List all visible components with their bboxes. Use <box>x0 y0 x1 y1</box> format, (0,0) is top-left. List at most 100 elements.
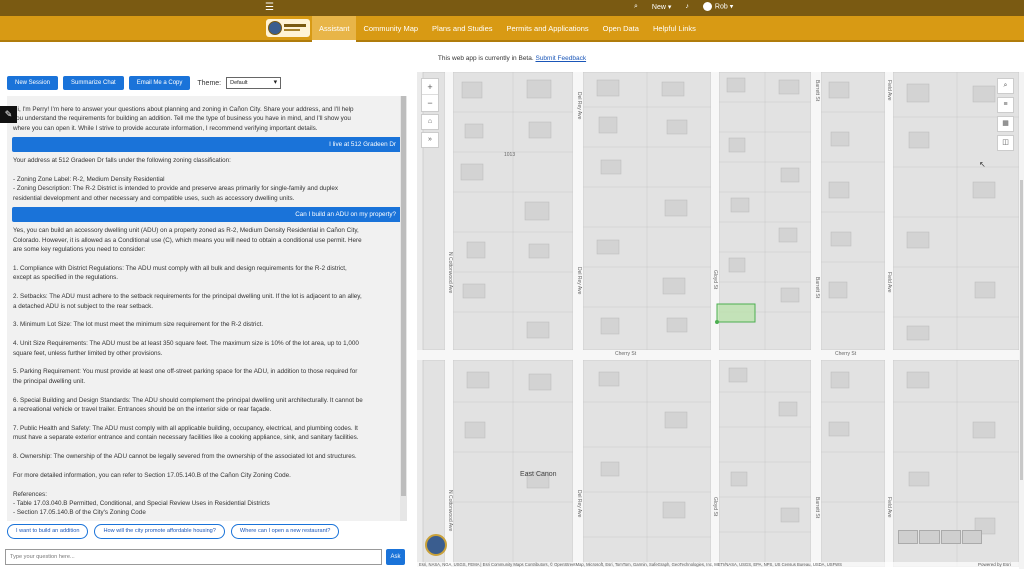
street-label: N Cottonwood Ave <box>447 252 453 294</box>
menu-icon[interactable]: ☰ <box>265 3 275 13</box>
user-name: Rob <box>714 3 728 11</box>
message-line <box>13 386 401 395</box>
avatar <box>702 2 712 11</box>
message-line <box>13 283 401 292</box>
legend-icon[interactable]: ▦ <box>997 116 1014 132</box>
street-label: Field Ave <box>886 272 892 293</box>
chat-log[interactable]: Hi, I'm Perry! I'm here to answer your q… <box>7 96 407 521</box>
ask-button[interactable]: Ask <box>386 549 405 565</box>
layers-list-icon[interactable]: ≡ <box>997 97 1014 113</box>
new-menu[interactable]: New ▾ <box>652 3 671 11</box>
bell-icon[interactable]: ♪ <box>685 3 689 10</box>
message-line: Colorado. However, it is allowed as a Co… <box>13 236 362 244</box>
message-line: - Zoning Zone Label: R-2, Medium Density… <box>13 176 165 184</box>
city-logo[interactable] <box>266 19 310 37</box>
tab-open-data[interactable]: Open Data <box>596 16 646 42</box>
message-line: except as specified in the regulations. <box>13 274 119 282</box>
intro-line: Hi, I'm Perry! I'm here to answer your q… <box>13 106 354 113</box>
chat-toolbar: New Session Summarize Chat Email Me a Co… <box>7 76 282 90</box>
map-attribution: Esri, NASA, NGA, USGS, FEMA | Esri Commu… <box>417 562 1019 569</box>
message-line <box>13 166 401 175</box>
tab-helpful-links[interactable]: Helpful Links <box>646 16 703 42</box>
bot-message: Your address at 512 Gradeen Dr falls und… <box>7 156 407 203</box>
basemap-thumb[interactable] <box>961 530 982 544</box>
message-line <box>13 311 401 320</box>
tab-community-map[interactable]: Community Map <box>356 16 425 42</box>
new-session-button[interactable]: New Session <box>7 76 59 90</box>
user-message: I live at 512 Gradeen Dr <box>12 137 402 153</box>
basemap-thumb[interactable] <box>898 530 919 544</box>
question-row: Type your question here... Ask <box>5 549 405 565</box>
message-line: Yes, you can build an accessory dwelling… <box>13 227 359 235</box>
submit-feedback-link[interactable]: Submit Feedback <box>535 55 586 62</box>
bot-message: Hi, I'm Perry! I'm here to answer your q… <box>7 105 407 133</box>
zoom-in-button[interactable]: + <box>422 79 438 95</box>
message-line <box>13 330 401 339</box>
tab-plans-studies[interactable]: Plans and Studies <box>425 16 499 42</box>
beta-notice: This web app is currently in Beta. Submi… <box>0 55 1024 62</box>
message-line: - Table 17.03.040.B Permitted, Condition… <box>13 500 270 508</box>
message-line: are some key regulations you need to con… <box>13 246 146 254</box>
message-line <box>13 480 401 489</box>
new-label: New <box>651 3 666 11</box>
message-line: must have a separate exterior entrance a… <box>13 434 359 442</box>
message-line: 5. Parking Requirement: You must provide… <box>13 368 358 376</box>
message-line: 6. Special Building and Design Standards… <box>13 396 363 404</box>
top-bar: ☰ ⌕ New ▾ ♪ Rob ▾ <box>0 0 1024 16</box>
message-line: 4. Unit Size Requirements: The ADU must … <box>13 340 359 348</box>
suggestion-restaurant[interactable]: Where can I open a new restaurant? <box>230 524 340 539</box>
tab-assistant[interactable]: Assistant <box>312 16 357 42</box>
message-line: the principal dwelling unit. <box>13 377 86 385</box>
street-label: Barrett St <box>814 277 820 299</box>
street-label: Barrett St <box>814 497 820 519</box>
user-menu[interactable]: Rob ▾ <box>702 2 733 11</box>
street-label: Gloyd St <box>712 270 718 290</box>
theme-select[interactable]: Default <box>226 77 282 89</box>
bot-message: Yes, you can build an accessory dwelling… <box>7 226 407 518</box>
message-line: - Zoning Description: The R-2 District i… <box>13 185 339 193</box>
summarize-chat-button[interactable]: Summarize Chat <box>63 76 124 90</box>
address-number: 1013 <box>504 152 516 158</box>
email-copy-button[interactable]: Email Me a Copy <box>128 76 191 90</box>
message-line <box>13 414 401 423</box>
basemap-icon[interactable]: ◫ <box>997 135 1014 151</box>
chat-scrollbar[interactable] <box>400 96 407 521</box>
basemap-gallery[interactable] <box>898 530 982 544</box>
tab-permits[interactable]: Permits and Applications <box>500 16 596 42</box>
page-scrollbar[interactable] <box>1019 72 1024 569</box>
suggestion-build-addition[interactable]: I want to build an addition <box>7 524 89 539</box>
top-bar-actions: ⌕ New ▾ ♪ Rob ▾ <box>634 2 733 11</box>
message-line: For more detailed information, you can r… <box>13 471 291 479</box>
street-label: Gloyd St <box>712 497 718 517</box>
message-line <box>13 443 401 452</box>
map-tools: ⌕ ≡ ▦ ◫ <box>997 78 1014 154</box>
home-button[interactable]: ⌂ <box>421 114 439 130</box>
message-line <box>13 461 401 470</box>
mouse-cursor-icon: ↖ <box>979 160 986 169</box>
message-line: 3. Minimum Lot Size: The lot must meet t… <box>13 321 264 329</box>
message-line: square feet, unless further limited by o… <box>13 349 163 357</box>
city-seal-icon <box>268 21 282 35</box>
locate-button[interactable]: » <box>421 132 439 148</box>
map-search-icon[interactable]: ⌕ <box>997 78 1014 94</box>
basemap-thumb[interactable] <box>919 530 940 544</box>
powered-by-esri[interactable]: Powered by Esri <box>978 562 1011 567</box>
zoom-control: + − <box>421 78 439 112</box>
suggestion-affordable-housing[interactable]: How will the city promote affordable hou… <box>94 524 225 539</box>
search-icon[interactable]: ⌕ <box>634 3 638 11</box>
basemap-thumb[interactable] <box>940 530 961 544</box>
street-label: Del Rey Ave <box>576 267 582 295</box>
street-label: Cherry St <box>615 351 637 357</box>
beta-text: This web app is currently in Beta. <box>437 55 534 62</box>
message-line: Your address at 512 Gradeen Dr falls und… <box>13 157 231 165</box>
message-line: 7. Public Health and Safety: The ADU mus… <box>13 424 358 432</box>
pencil-icon[interactable]: ✎ <box>0 106 17 123</box>
message-line: - Section 17.05.140.B of the City's Zoni… <box>13 509 146 517</box>
message-line: 1. Compliance with District Regulations:… <box>13 264 347 272</box>
zoom-out-button[interactable]: − <box>422 95 438 111</box>
question-input[interactable]: Type your question here... <box>5 549 382 565</box>
message-line: References: <box>13 490 47 498</box>
map-canvas <box>417 72 1019 567</box>
zoning-map[interactable]: + − ⌂ » ⌕ ≡ ▦ ◫ N Cottonwood Ave N Cotto… <box>417 72 1019 567</box>
place-label: East Canon <box>520 471 557 478</box>
